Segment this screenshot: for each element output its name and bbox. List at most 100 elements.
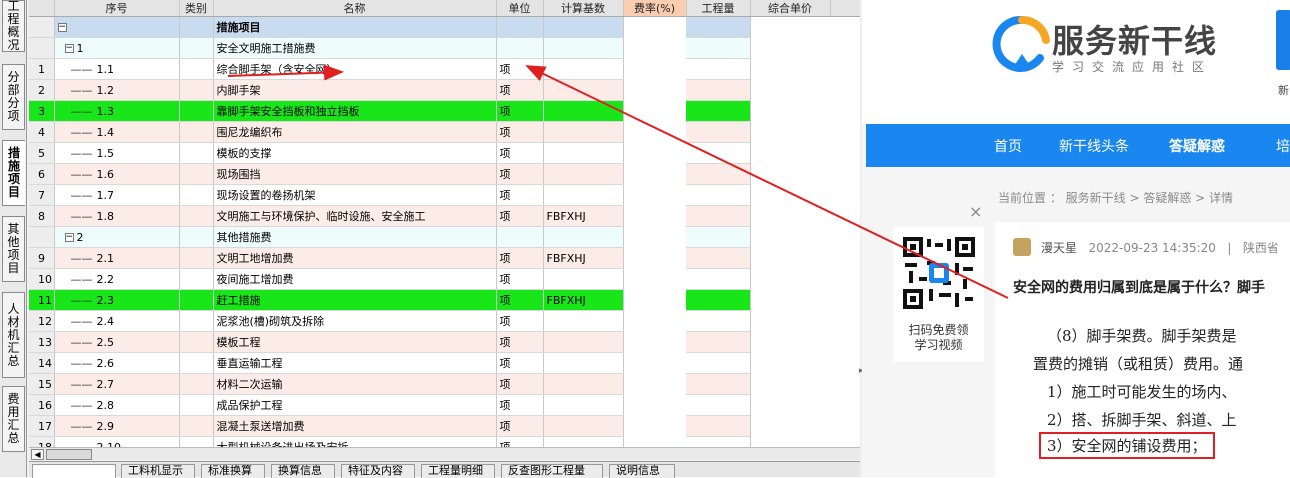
cell-seq[interactable]: —— 2.1 [54, 247, 180, 269]
cell-name[interactable]: 现场设置的卷扬机架 [213, 184, 497, 206]
qr-code-icon[interactable] [903, 237, 975, 309]
col-category[interactable]: 类别 [179, 0, 214, 17]
table-row[interactable]: 9——2.1文明工地增加费项FBFXHJ010 [29, 247, 860, 269]
cell-unit[interactable]: 项 [496, 415, 544, 437]
cell-name[interactable]: 文明施工与环境保护、临时设施、安全施工 [213, 205, 497, 227]
cell-calc-base[interactable] [543, 79, 624, 101]
tab-bottom-conversion-info[interactable]: 换算信息 [271, 464, 335, 478]
table-row[interactable]: 1——1.1综合脚手架（含安全网）项10 [29, 58, 860, 80]
tab-labor-material-summary[interactable]: 人材机汇总 [2, 292, 25, 378]
table-row[interactable]: 2——1.2内脚手架项10 [29, 79, 860, 101]
table-row[interactable]: 3——1.3靠脚手架安全挡板和独立挡板项10 [29, 100, 860, 122]
cell-name[interactable]: 成品保护工程 [213, 394, 497, 416]
nav-training[interactable]: 培训 [1276, 136, 1290, 156]
cell-name[interactable]: 内脚手架 [213, 79, 497, 101]
col-unit-price[interactable]: 综合单价 [750, 0, 831, 17]
cell-category[interactable] [179, 16, 214, 38]
cell-unit[interactable]: 项 [496, 394, 544, 416]
row-number[interactable]: 18 [29, 436, 55, 447]
tab-project-overview[interactable]: 工程概况 [2, 0, 25, 52]
cell-category[interactable] [179, 394, 214, 416]
site-brand[interactable]: 服务新干线 [1052, 16, 1217, 62]
cell-seq[interactable]: —— 2.10 [54, 436, 180, 447]
cell-seq[interactable]: —— 2.5 [54, 331, 180, 353]
row-number[interactable]: 14 [29, 352, 55, 374]
cell-extra[interactable] [686, 16, 751, 38]
cell-category[interactable] [179, 205, 214, 227]
row-number[interactable]: 7 [29, 184, 55, 206]
cell-seq[interactable]: —— 2.9 [54, 415, 180, 437]
cell-calc-base[interactable] [543, 142, 624, 164]
tab-bottom-active[interactable] [32, 464, 116, 478]
cell-extra[interactable] [686, 268, 751, 290]
cell-calc-base[interactable] [543, 310, 624, 332]
cell-unit[interactable]: 项 [496, 436, 544, 447]
cell-calc-base[interactable] [543, 37, 624, 59]
cell-unit[interactable] [496, 16, 544, 38]
cell-name[interactable]: 模板工程 [213, 331, 497, 353]
row-number[interactable]: 2 [29, 79, 55, 101]
cell-extra[interactable] [686, 142, 751, 164]
cell-category[interactable] [179, 310, 214, 332]
cell-seq[interactable]: —— 2.3 [54, 289, 180, 311]
cell-name[interactable]: 文明工地增加费 [213, 247, 497, 269]
close-icon[interactable]: × [969, 202, 982, 221]
cell-extra[interactable] [686, 310, 751, 332]
row-number[interactable] [29, 226, 55, 248]
cell-extra[interactable] [686, 373, 751, 395]
table-row[interactable]: 11——2.3赶工措施项FBFXHJ···10 [29, 289, 860, 311]
cell-unit[interactable]: 项 [496, 373, 544, 395]
cell-calc-base[interactable] [543, 352, 624, 374]
cell-unit[interactable]: 项 [496, 58, 544, 80]
row-number[interactable]: 4 [29, 121, 55, 143]
cell-extra[interactable] [686, 289, 751, 311]
col-name[interactable]: 名称 [213, 0, 497, 17]
cell-category[interactable] [179, 37, 214, 59]
cell-seq[interactable]: —— 1.3 [54, 100, 180, 122]
tab-bottom-reverse-lookup[interactable]: 反查图形工程量 [501, 464, 603, 478]
table-row[interactable]: 14——2.6垂直运输工程项10 [29, 352, 860, 374]
cell-seq[interactable]: —— 1.5 [54, 142, 180, 164]
cell-name[interactable]: 措施项目 [213, 16, 497, 38]
cell-category[interactable] [179, 58, 214, 80]
cell-calc-base[interactable] [543, 184, 624, 206]
cell-calc-base[interactable]: FBFXHJ [543, 247, 624, 269]
cell-seq[interactable]: —— 1.6 [54, 163, 180, 185]
cell-seq[interactable]: —— 1.8 [54, 205, 180, 227]
cell-seq[interactable]: —— 2.8 [54, 394, 180, 416]
table-row[interactable]: 13——2.5模板工程项10 [29, 331, 860, 353]
cell-calc-base[interactable] [543, 121, 624, 143]
collapse-icon[interactable]: − [64, 233, 74, 242]
cell-extra[interactable] [686, 247, 751, 269]
cell-unit[interactable]: 项 [496, 247, 544, 269]
col-quantity[interactable]: 工程量 [686, 0, 751, 17]
cell-category[interactable] [179, 247, 214, 269]
cell-category[interactable] [179, 79, 214, 101]
cell-seq[interactable]: − [54, 16, 180, 38]
cell-unit[interactable]: 项 [496, 142, 544, 164]
table-row[interactable]: 18——2.10大型机械设备进出场及安拆项10 [29, 436, 860, 447]
scroll-left-icon[interactable]: ◀ [31, 449, 44, 460]
table-row[interactable]: − 措施项目 [29, 16, 860, 38]
cell-category[interactable] [179, 436, 214, 447]
cell-extra[interactable] [686, 331, 751, 353]
cell-calc-base[interactable] [543, 16, 624, 38]
cell-unit[interactable]: 项 [496, 79, 544, 101]
row-number[interactable]: 8 [29, 205, 55, 227]
row-number[interactable]: 5 [29, 142, 55, 164]
cell-name[interactable]: 模板的支撑 [213, 142, 497, 164]
row-number[interactable]: 17 [29, 415, 55, 437]
cell-name[interactable]: 混凝土泵送增加费 [213, 415, 497, 437]
collapse-icon[interactable]: − [57, 23, 67, 32]
cell-calc-base[interactable] [543, 268, 624, 290]
cell-category[interactable] [179, 100, 214, 122]
cell-category[interactable] [179, 121, 214, 143]
cell-name[interactable]: 材料二次运输 [213, 373, 497, 395]
cell-extra[interactable] [686, 205, 751, 227]
row-number[interactable]: 1 [29, 58, 55, 80]
col-seq[interactable]: 序号 [54, 0, 180, 17]
row-number[interactable]: 11 [29, 289, 55, 311]
table-row[interactable]: 17——2.9混凝土泵送增加费项10 [29, 415, 860, 437]
cell-calc-base[interactable] [543, 58, 624, 80]
row-number[interactable]: 3 [29, 100, 55, 122]
